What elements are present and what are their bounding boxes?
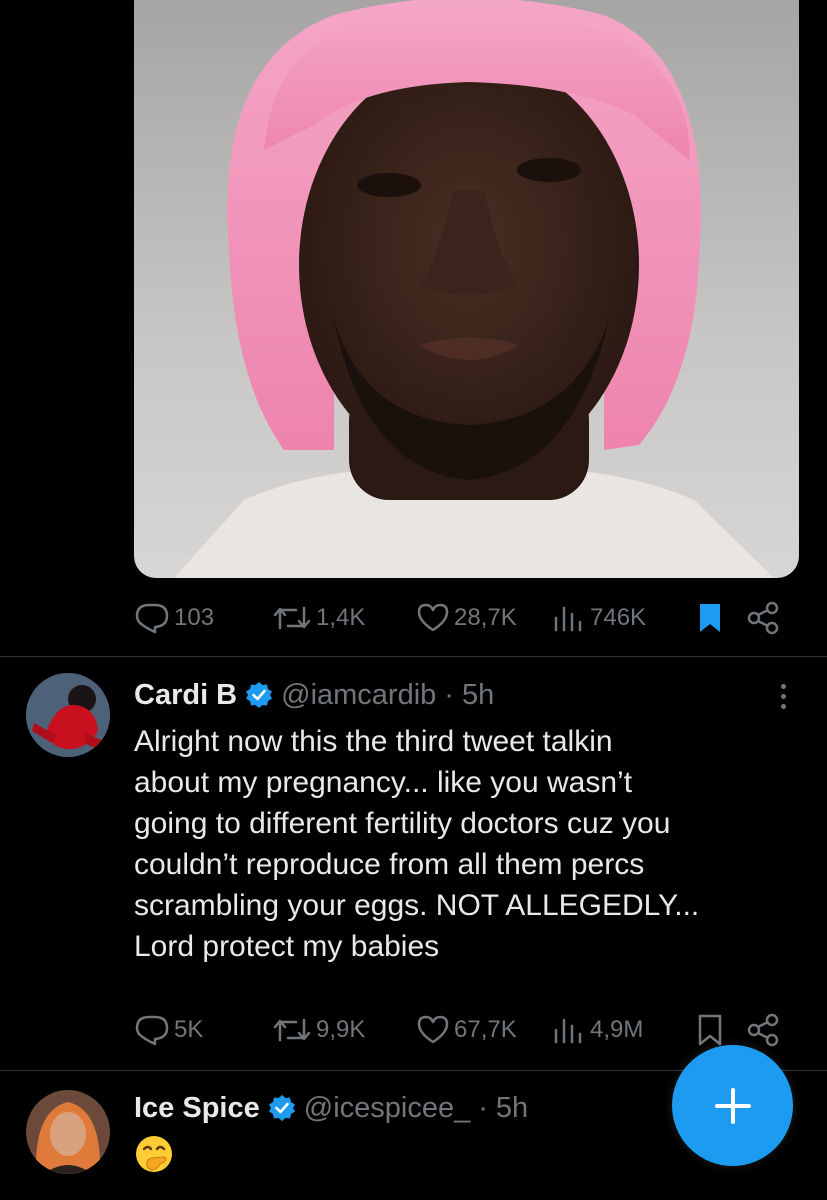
- tweet-timestamp[interactable]: · 5h: [444, 679, 494, 712]
- avatar[interactable]: [26, 1090, 110, 1174]
- repost-icon: [273, 1018, 311, 1042]
- tweet-text-line: about my pregnancy... like you wasn’t: [134, 766, 633, 799]
- compose-button[interactable]: [672, 1045, 793, 1166]
- more-icon-dot: [780, 703, 786, 709]
- share-icon: [747, 1013, 779, 1047]
- more-options-button[interactable]: [768, 676, 798, 716]
- repost-count: 9,9K: [316, 1016, 366, 1043]
- bookmark-button[interactable]: [696, 598, 724, 638]
- reply-count: 5K: [174, 1016, 204, 1043]
- tweet1-action-bar: 103 1,4K 28,7K 746K: [134, 598, 794, 638]
- avatar-image: [26, 1090, 110, 1174]
- verified-icon: [245, 681, 273, 709]
- tweet2-action-bar: 5K 9,9K 67,7K 4,9M: [134, 1010, 794, 1050]
- repost-button[interactable]: 1,4K: [272, 598, 365, 638]
- author-name[interactable]: Ice Spice: [134, 1092, 260, 1125]
- tweet2-header: Cardi B @iamcardib · 5h: [134, 673, 494, 717]
- tweet-timestamp[interactable]: · 5h: [478, 1092, 528, 1125]
- bookmark-button[interactable]: [696, 1010, 724, 1050]
- avatar[interactable]: [26, 673, 110, 757]
- tweet3-header: Ice Spice @icespicee_ · 5h: [134, 1086, 528, 1130]
- like-icon: [417, 603, 449, 632]
- avatar-image: [26, 673, 110, 757]
- tweet-media-image[interactable]: [134, 0, 799, 578]
- views-count: 746K: [590, 604, 647, 631]
- tweet-text-line: Lord protect my babies: [134, 930, 440, 963]
- tweet3-text: 🤭: [134, 1134, 174, 1174]
- reply-icon: [135, 1015, 169, 1046]
- tweet-text-line: couldn’t reproduce from all them percs: [134, 848, 645, 881]
- divider: [0, 656, 827, 657]
- views-button[interactable]: 746K: [550, 598, 646, 638]
- repost-icon: [273, 606, 311, 630]
- views-icon: [554, 606, 582, 632]
- author-handle[interactable]: @icespicee_: [304, 1092, 470, 1125]
- media-illustration: [174, 0, 774, 578]
- more-icon-dot: [780, 693, 786, 699]
- reply-count: 103: [174, 604, 215, 631]
- more-icon: [780, 683, 786, 689]
- reply-button[interactable]: 5K: [134, 1010, 203, 1050]
- bookmark-icon: [698, 1014, 722, 1046]
- like-button[interactable]: 28,7K: [416, 598, 517, 638]
- repost-button[interactable]: 9,9K: [272, 1010, 365, 1050]
- verified-icon: [268, 1094, 296, 1122]
- author-handle[interactable]: @iamcardib: [281, 679, 436, 712]
- tweet-text-line: going to different fertility doctors cuz…: [134, 807, 671, 840]
- tweet-text-line: Alright now this the third tweet talkin: [134, 725, 613, 758]
- hand-over-mouth-emoji-icon: [136, 1136, 172, 1172]
- reply-button[interactable]: 103: [134, 598, 214, 638]
- share-icon: [747, 601, 779, 635]
- tweet2-text: Alright now this the third tweet talkin …: [134, 721, 804, 967]
- compose-icon: [714, 1087, 751, 1124]
- views-icon: [554, 1018, 582, 1044]
- repost-count: 1,4K: [316, 604, 366, 631]
- share-button[interactable]: [746, 1010, 782, 1050]
- like-button[interactable]: 67,7K: [416, 1010, 517, 1050]
- share-button[interactable]: [746, 598, 782, 638]
- bookmark-icon: [700, 604, 720, 632]
- author-name[interactable]: Cardi B: [134, 679, 237, 712]
- like-count: 67,7K: [454, 1016, 517, 1043]
- like-icon: [417, 1015, 449, 1044]
- reply-icon: [135, 603, 169, 634]
- tweet-text-line: scrambling your eggs. NOT ALLEGEDLY...: [134, 889, 700, 922]
- like-count: 28,7K: [454, 604, 517, 631]
- views-count: 4,9M: [590, 1016, 644, 1043]
- views-button[interactable]: 4,9M: [550, 1010, 643, 1050]
